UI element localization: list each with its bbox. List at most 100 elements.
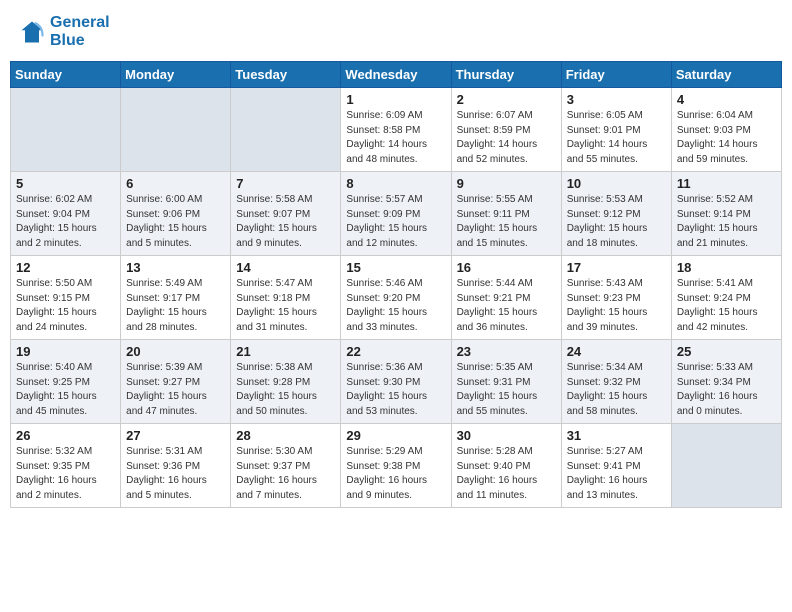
day-number: 6	[126, 176, 225, 191]
day-info: Sunrise: 5:33 AM Sunset: 9:34 PM Dayligh…	[677, 361, 776, 419]
logo-icon	[18, 18, 46, 46]
week-row-3: 12 Sunrise: 5:50 AM Sunset: 9:15 PM Dayli…	[11, 256, 782, 340]
day-number: 2	[457, 92, 556, 107]
calendar-cell: 13Sunrise: 5:49 AM Sunset: 9:17 PM Dayli…	[121, 256, 231, 340]
day-info: Sunrise: 5:43 AM Sunset: 9:23 PM Dayligh…	[567, 277, 666, 335]
calendar-cell: 6 Sunrise: 6:00 AM Sunset: 9:06 PM Daylig…	[121, 172, 231, 256]
day-info: Sunrise: 5:57 AM Sunset: 9:09 PM Dayligh…	[346, 193, 445, 251]
day-info: Sunrise: 5:41 AM Sunset: 9:24 PM Dayligh…	[677, 277, 776, 335]
day-number: 3	[567, 92, 666, 107]
day-number: 13	[126, 260, 225, 275]
calendar-cell: 7 Sunrise: 5:58 AM Sunset: 9:07 PM Daylig…	[231, 172, 341, 256]
calendar-cell: 11 Sunrise: 5:52 AM Sunset: 9:14 PM Dayli…	[671, 172, 781, 256]
calendar-cell: 17 Sunrise: 5:43 AM Sunset: 9:23 PM Dayli…	[561, 256, 671, 340]
day-header-sunday: Sunday	[11, 62, 121, 88]
day-header-monday: Monday	[121, 62, 231, 88]
day-info: Sunrise: 6:09 AM Sunset: 8:58 PM Dayligh…	[346, 109, 445, 167]
day-info: Sunrise: 5:29 AM Sunset: 9:38 PM Dayligh…	[346, 445, 445, 503]
calendar-cell	[231, 88, 341, 172]
day-info: Sunrise: 6:04 AM Sunset: 9:03 PM Dayligh…	[677, 109, 776, 167]
calendar-cell: 25 Sunrise: 5:33 AM Sunset: 9:34 PM Dayli…	[671, 340, 781, 424]
calendar-cell	[11, 88, 121, 172]
day-number: 5	[16, 176, 115, 191]
day-info: Sunrise: 5:35 AM Sunset: 9:31 PM Dayligh…	[457, 361, 556, 419]
day-number: 8	[346, 176, 445, 191]
day-info: Sunrise: 5:53 AM Sunset: 9:12 PM Dayligh…	[567, 193, 666, 251]
calendar-cell: 2 Sunrise: 6:07 AM Sunset: 8:59 PM Daylig…	[451, 88, 561, 172]
calendar-cell: 1 Sunrise: 6:09 AM Sunset: 8:58 PM Daylig…	[341, 88, 451, 172]
calendar-cell: 26 Sunrise: 5:32 AM Sunset: 9:35 PM Dayli…	[11, 424, 121, 508]
day-header-saturday: Saturday	[671, 62, 781, 88]
calendar-cell: 31 Sunrise: 5:27 AM Sunset: 9:41 PM Dayli…	[561, 424, 671, 508]
day-info: Sunrise: 5:52 AM Sunset: 9:14 PM Dayligh…	[677, 193, 776, 251]
week-row-1: 1 Sunrise: 6:09 AM Sunset: 8:58 PM Daylig…	[11, 88, 782, 172]
day-number: 18	[677, 260, 776, 275]
day-number: 25	[677, 344, 776, 359]
calendar-cell: 12 Sunrise: 5:50 AM Sunset: 9:15 PM Dayli…	[11, 256, 121, 340]
day-number: 7	[236, 176, 335, 191]
calendar-cell: 24 Sunrise: 5:34 AM Sunset: 9:32 PM Dayli…	[561, 340, 671, 424]
day-info: Sunrise: 5:55 AM Sunset: 9:11 PM Dayligh…	[457, 193, 556, 251]
day-header-friday: Friday	[561, 62, 671, 88]
days-of-week-row: SundayMondayTuesdayWednesdayThursdayFrid…	[11, 62, 782, 88]
calendar-cell: 20Sunrise: 5:39 AM Sunset: 9:27 PM Dayli…	[121, 340, 231, 424]
day-info: Sunrise: 5:27 AM Sunset: 9:41 PM Dayligh…	[567, 445, 666, 503]
day-info: Sunrise: 6:00 AM Sunset: 9:06 PM Dayligh…	[126, 193, 225, 251]
calendar-cell: 23 Sunrise: 5:35 AM Sunset: 9:31 PM Dayli…	[451, 340, 561, 424]
day-info: Sunrise: 5:47 AM Sunset: 9:18 PM Dayligh…	[236, 277, 335, 335]
calendar-cell: 5 Sunrise: 6:02 AM Sunset: 9:04 PM Daylig…	[11, 172, 121, 256]
day-info: Sunrise: 6:07 AM Sunset: 8:59 PM Dayligh…	[457, 109, 556, 167]
calendar-header: SundayMondayTuesdayWednesdayThursdayFrid…	[11, 62, 782, 88]
week-row-5: 26 Sunrise: 5:32 AM Sunset: 9:35 PM Dayli…	[11, 424, 782, 508]
day-number: 9	[457, 176, 556, 191]
calendar-cell: 30Sunrise: 5:28 AM Sunset: 9:40 PM Dayli…	[451, 424, 561, 508]
day-number: 10	[567, 176, 666, 191]
day-number: 1	[346, 92, 445, 107]
calendar-cell: 18 Sunrise: 5:41 AM Sunset: 9:24 PM Dayli…	[671, 256, 781, 340]
calendar-cell: 10 Sunrise: 5:53 AM Sunset: 9:12 PM Dayli…	[561, 172, 671, 256]
calendar-body: 1 Sunrise: 6:09 AM Sunset: 8:58 PM Daylig…	[11, 88, 782, 508]
calendar-table: SundayMondayTuesdayWednesdayThursdayFrid…	[10, 61, 782, 508]
week-row-4: 19Sunrise: 5:40 AM Sunset: 9:25 PM Dayli…	[11, 340, 782, 424]
day-number: 26	[16, 428, 115, 443]
day-number: 24	[567, 344, 666, 359]
calendar-cell	[671, 424, 781, 508]
calendar-cell: 29 Sunrise: 5:29 AM Sunset: 9:38 PM Dayli…	[341, 424, 451, 508]
day-info: Sunrise: 5:31 AM Sunset: 9:36 PM Dayligh…	[126, 445, 225, 503]
day-number: 14	[236, 260, 335, 275]
calendar-cell: 27 Sunrise: 5:31 AM Sunset: 9:36 PM Dayli…	[121, 424, 231, 508]
day-number: 29	[346, 428, 445, 443]
day-number: 4	[677, 92, 776, 107]
calendar-cell: 19Sunrise: 5:40 AM Sunset: 9:25 PM Dayli…	[11, 340, 121, 424]
calendar-cell: 16Sunrise: 5:44 AM Sunset: 9:21 PM Dayli…	[451, 256, 561, 340]
day-header-tuesday: Tuesday	[231, 62, 341, 88]
day-number: 17	[567, 260, 666, 275]
logo-text: General Blue	[50, 14, 110, 49]
day-number: 12	[16, 260, 115, 275]
day-info: Sunrise: 6:02 AM Sunset: 9:04 PM Dayligh…	[16, 193, 115, 251]
day-info: Sunrise: 6:05 AM Sunset: 9:01 PM Dayligh…	[567, 109, 666, 167]
day-info: Sunrise: 5:34 AM Sunset: 9:32 PM Dayligh…	[567, 361, 666, 419]
day-number: 20	[126, 344, 225, 359]
day-number: 21	[236, 344, 335, 359]
calendar-cell: 9 Sunrise: 5:55 AM Sunset: 9:11 PM Daylig…	[451, 172, 561, 256]
calendar-cell: 28Sunrise: 5:30 AM Sunset: 9:37 PM Dayli…	[231, 424, 341, 508]
day-info: Sunrise: 5:28 AM Sunset: 9:40 PM Dayligh…	[457, 445, 556, 503]
day-info: Sunrise: 5:58 AM Sunset: 9:07 PM Dayligh…	[236, 193, 335, 251]
day-number: 27	[126, 428, 225, 443]
day-info: Sunrise: 5:32 AM Sunset: 9:35 PM Dayligh…	[16, 445, 115, 503]
day-number: 28	[236, 428, 335, 443]
calendar-cell: 14 Sunrise: 5:47 AM Sunset: 9:18 PM Dayli…	[231, 256, 341, 340]
day-number: 31	[567, 428, 666, 443]
day-number: 11	[677, 176, 776, 191]
day-header-wednesday: Wednesday	[341, 62, 451, 88]
day-number: 19	[16, 344, 115, 359]
calendar-cell: 21Sunrise: 5:38 AM Sunset: 9:28 PM Dayli…	[231, 340, 341, 424]
day-header-thursday: Thursday	[451, 62, 561, 88]
day-info: Sunrise: 5:50 AM Sunset: 9:15 PM Dayligh…	[16, 277, 115, 335]
day-number: 23	[457, 344, 556, 359]
day-number: 22	[346, 344, 445, 359]
calendar-cell: 22Sunrise: 5:36 AM Sunset: 9:30 PM Dayli…	[341, 340, 451, 424]
calendar-cell	[121, 88, 231, 172]
calendar-cell: 3 Sunrise: 6:05 AM Sunset: 9:01 PM Daylig…	[561, 88, 671, 172]
